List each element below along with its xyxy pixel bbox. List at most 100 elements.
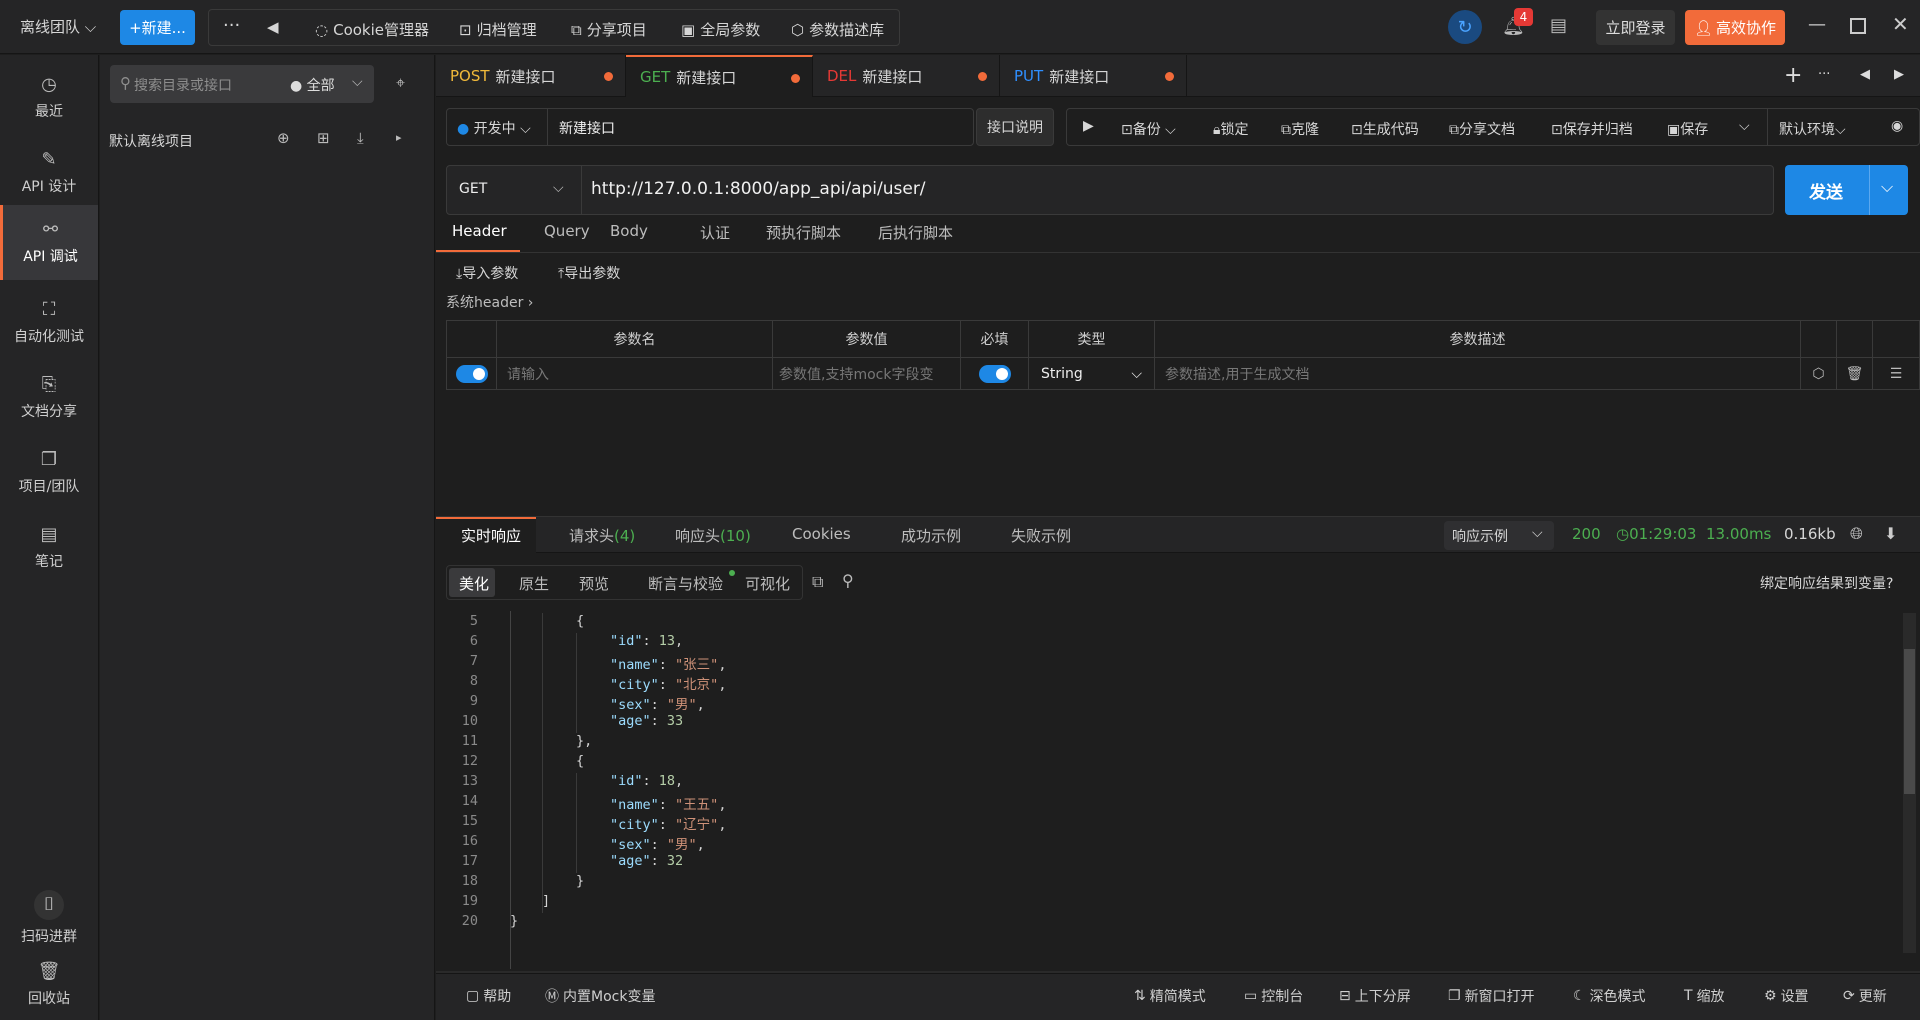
- view-raw[interactable]: 原生: [519, 573, 549, 594]
- request-tab[interactable]: PUT 新建接口: [1000, 55, 1187, 97]
- help-button[interactable]: ▢ 帮助: [466, 986, 511, 1006]
- split-screen-button[interactable]: ⊟ 上下分屏: [1339, 986, 1411, 1006]
- delete-icon[interactable]: 🗑︎: [1837, 358, 1873, 389]
- project-name[interactable]: 默认离线项目: [109, 131, 193, 151]
- more-button[interactable]: ···: [223, 15, 240, 36]
- locate-icon[interactable]: ⌖: [396, 73, 405, 93]
- new-folder-icon[interactable]: ⊞: [317, 129, 330, 147]
- request-tab[interactable]: GET 新建接口: [626, 55, 813, 97]
- login-button[interactable]: 立即登录: [1596, 10, 1675, 45]
- editor-scrollbar[interactable]: [1903, 613, 1916, 953]
- eye-icon[interactable]: ◉: [1891, 118, 1903, 134]
- caret-right-icon[interactable]: ▸: [396, 131, 402, 144]
- send-button[interactable]: 发送 ⌵: [1785, 165, 1908, 215]
- tab-response-headers[interactable]: 响应头(10): [675, 525, 751, 546]
- nav-doc-share[interactable]: ⎘ 文档分享: [0, 363, 98, 433]
- update-button[interactable]: ⟳ 更新: [1843, 986, 1887, 1006]
- new-window-button[interactable]: ❐ 新窗口打开: [1448, 986, 1535, 1006]
- more-tabs-icon[interactable]: ···: [1818, 67, 1830, 82]
- tab-realtime-response[interactable]: 实时响应: [461, 525, 521, 546]
- param-desc-input[interactable]: 参数描述,用于生成文档: [1155, 358, 1801, 389]
- view-preview[interactable]: 预览: [579, 573, 609, 594]
- share-doc-button[interactable]: ⧉分享文档: [1449, 119, 1515, 139]
- request-tab[interactable]: POST 新建接口: [436, 55, 626, 97]
- tab-request-headers[interactable]: 请求头(4): [569, 525, 635, 546]
- request-subtab[interactable]: 认证: [700, 222, 730, 243]
- param-library-button[interactable]: ⬡ 参数描述库: [791, 19, 884, 40]
- request-tab[interactable]: DEL 新建接口: [813, 55, 1000, 97]
- import-params-button[interactable]: ⤓导入参数: [456, 263, 518, 283]
- request-subtab[interactable]: Body: [610, 222, 648, 240]
- env-select[interactable]: 默认环境⌵: [1779, 119, 1846, 139]
- console-button[interactable]: ▭ 控制台: [1244, 986, 1303, 1006]
- tree-search-box[interactable]: ⚲ 搜索目录或接口 ● 全部 ⌵: [110, 65, 374, 103]
- add-api-icon[interactable]: ⊕: [277, 129, 290, 147]
- nav-project-team[interactable]: ❐ 项目/团队: [0, 438, 98, 508]
- download-icon[interactable]: ⬇: [1884, 524, 1897, 543]
- maximize-icon[interactable]: [1850, 18, 1866, 34]
- nav-auto-test[interactable]: ⛶ 自动化测试: [0, 288, 98, 358]
- nav-api-debug[interactable]: ⚯ API 调试: [0, 205, 98, 280]
- doc-button[interactable]: 接口说明: [976, 108, 1054, 146]
- lock-button[interactable]: 🔒︎锁定: [1213, 119, 1248, 139]
- tab-prev-icon[interactable]: ◀: [1860, 67, 1870, 82]
- view-assertion[interactable]: 断言与校验: [648, 573, 723, 594]
- minimize-icon[interactable]: —: [1808, 14, 1826, 35]
- request-subtab[interactable]: 后执行脚本: [878, 222, 953, 243]
- close-icon[interactable]: ✕: [1892, 12, 1909, 36]
- example-select[interactable]: 响应示例 ⌵: [1444, 521, 1554, 550]
- request-name-input[interactable]: 新建接口: [559, 118, 615, 138]
- nav-recycle-bin[interactable]: 🗑︎ 回收站: [0, 955, 98, 1015]
- search-input[interactable]: 搜索目录或接口: [134, 75, 232, 95]
- dark-mode-button[interactable]: ☾ 深色模式: [1573, 986, 1646, 1006]
- settings-button[interactable]: ⚙ 设置: [1764, 986, 1809, 1006]
- response-code-editor[interactable]: 5{6 "id": 13, 7 "name": "张三", 8 "city": "北京",…: [436, 611, 1920, 991]
- team-selector[interactable]: 离线团队 ⌵: [20, 16, 96, 37]
- nav-api-design[interactable]: ✎ API 设计: [0, 138, 98, 208]
- tab-fail-example[interactable]: 失败示例: [1011, 525, 1071, 546]
- request-subtab[interactable]: 预执行脚本: [766, 222, 841, 243]
- drag-handle-icon[interactable]: ☰: [1873, 358, 1919, 389]
- cube-icon[interactable]: ⬡: [1801, 358, 1837, 389]
- method-select[interactable]: GET: [459, 181, 487, 197]
- save-archive-button[interactable]: ⊡保存并归档: [1551, 119, 1633, 139]
- send-menu-chevron-icon[interactable]: ⌵: [1881, 177, 1893, 197]
- backup-button[interactable]: ⊡备份 ⌵: [1121, 119, 1176, 139]
- notes-icon[interactable]: ▤: [1550, 15, 1567, 36]
- gen-code-button[interactable]: ⊡生成代码: [1351, 119, 1419, 139]
- type-select[interactable]: String ⌵: [1029, 358, 1155, 389]
- zoom-button[interactable]: T 缩放: [1684, 986, 1725, 1006]
- url-input[interactable]: http://127.0.0.1:8000/app_api/api/user/: [591, 179, 926, 199]
- cookie-manager-button[interactable]: ◌ Cookie管理器: [315, 19, 429, 40]
- nav-recent[interactable]: ◷ 最近: [0, 63, 98, 133]
- run-icon[interactable]: ▶: [1083, 118, 1094, 134]
- view-visualize[interactable]: 可视化: [745, 573, 790, 594]
- clone-button[interactable]: ⧉克隆: [1281, 119, 1319, 139]
- param-name-input[interactable]: 请输入: [497, 358, 773, 389]
- bind-variable-link[interactable]: 绑定响应结果到变量?: [1760, 573, 1893, 593]
- archive-button[interactable]: ⊡ 归档管理: [459, 19, 537, 40]
- share-project-button[interactable]: ⧉ 分享项目: [571, 19, 647, 40]
- collab-button[interactable]: 👤︎ 高效协作: [1685, 10, 1785, 45]
- nav-notes[interactable]: ▤ 笔记: [0, 513, 98, 583]
- status-select[interactable]: ● 开发中 ⌵: [457, 118, 531, 138]
- request-subtab[interactable]: Header: [452, 222, 507, 240]
- required-toggle[interactable]: [961, 358, 1029, 389]
- nav-scan-group[interactable]: ⌷ 扫码进群: [0, 878, 98, 958]
- globe-icon[interactable]: 🌐︎: [1850, 524, 1863, 544]
- add-tab-icon[interactable]: +: [1784, 63, 1802, 88]
- save-menu-chevron-icon[interactable]: ⌵: [1739, 118, 1750, 134]
- tab-cookies[interactable]: Cookies: [792, 525, 851, 543]
- request-subtab[interactable]: Query: [544, 222, 590, 240]
- system-header-toggle[interactable]: 系统header ›: [446, 292, 533, 312]
- mock-vars-button[interactable]: Ⓜ 内置Mock变量: [545, 986, 655, 1006]
- search-icon[interactable]: ⚲: [842, 571, 854, 590]
- view-beautify[interactable]: 美化: [459, 573, 489, 594]
- back-button[interactable]: ◀: [267, 18, 279, 36]
- row-enable-toggle[interactable]: [447, 358, 497, 389]
- tab-next-icon[interactable]: ▶: [1894, 67, 1904, 82]
- compact-mode-button[interactable]: ⇅ 精简模式: [1134, 986, 1206, 1006]
- param-value-input[interactable]: 参数值,支持mock字段变: [773, 358, 961, 389]
- tab-success-example[interactable]: 成功示例: [901, 525, 961, 546]
- sync-icon[interactable]: ↻: [1448, 10, 1482, 44]
